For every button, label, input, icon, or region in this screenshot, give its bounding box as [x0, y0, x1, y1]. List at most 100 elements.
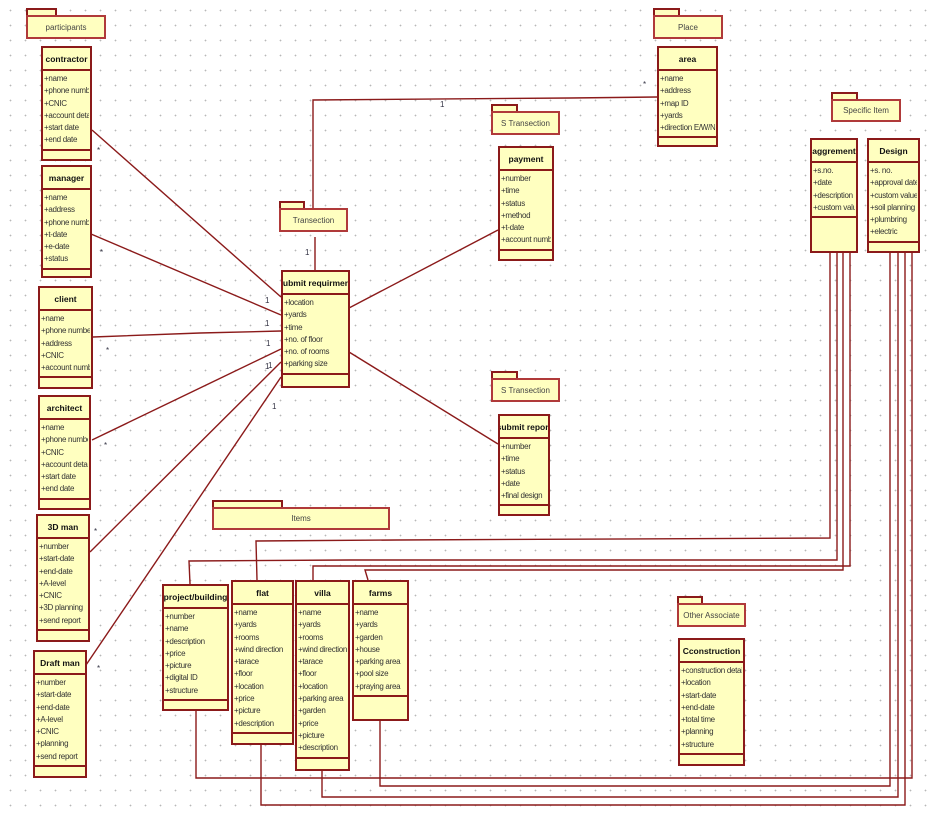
class-attribute: +end-date: [36, 702, 70, 712]
multiplicity-label: *: [94, 527, 98, 536]
class-attribute: +address: [41, 338, 72, 348]
class-3d-man[interactable]: 3D man +number +start-date +end-date +A-leve…: [36, 514, 90, 642]
class-project-building[interactable]: project/building +number +name +description…: [162, 584, 229, 711]
attribute-compartment: +name +address +phone number +t-date +e-date…: [43, 190, 90, 270]
attribute-compartment: +s.no. +date +description +custom value: [812, 163, 856, 219]
class-attribute: +name: [44, 193, 68, 202]
class-attribute: +no. of floor: [284, 334, 323, 344]
class-attribute: +CNIC: [39, 591, 62, 601]
class-attribute: +location: [284, 298, 314, 307]
class-attribute: +planning: [36, 739, 69, 749]
class-attribute: +date: [813, 178, 832, 188]
multiplicity-label: 1: [272, 402, 277, 411]
class-name: client: [40, 288, 91, 311]
class-manager[interactable]: manager +name +address +phone number +t-date…: [41, 165, 92, 278]
package-transection[interactable]: Transection: [279, 208, 348, 232]
class-attribute: +name: [44, 74, 68, 83]
package-label: participants: [45, 22, 87, 32]
attribute-compartment: +name +yards +garden +house +parking area +po…: [354, 605, 407, 698]
package-other-associate[interactable]: Other Associate: [677, 603, 746, 627]
package-specific-item[interactable]: Specific Item: [831, 99, 901, 122]
class-attribute: +structure: [165, 685, 198, 695]
villa-aggrement-link[interactable]: [312, 253, 851, 580]
class-attribute: +wind direction: [298, 644, 347, 654]
payment-association[interactable]: [348, 229, 499, 309]
package-label: Other Associate: [683, 610, 740, 620]
attribute-compartment: +name +address +map ID +yards +direction E/W…: [659, 71, 716, 139]
class-flat[interactable]: flat +name +yards +rooms +wind direction +tar…: [231, 580, 294, 745]
class-attribute: +CNIC: [44, 98, 67, 108]
class-attribute: +planning: [681, 727, 714, 737]
class-attribute: +start date: [41, 472, 76, 482]
class-architect[interactable]: architect +name +phone number +CNIC +account…: [38, 395, 91, 510]
attribute-compartment: +name +phone number +address +CNIC +account …: [40, 311, 91, 379]
contractor-association[interactable]: [91, 129, 282, 298]
class-attribute: +number: [501, 442, 531, 451]
class-attribute: +parking area: [298, 694, 344, 704]
class-attribute: +description: [234, 718, 274, 728]
class-attribute: +yards: [234, 620, 257, 630]
class-attribute: +yards: [298, 620, 321, 630]
class-contractor[interactable]: contractor +name +phone number +CNIC +accoun…: [41, 46, 92, 161]
class-villa[interactable]: villa +name +yards +rooms +wind direction +ta…: [295, 580, 350, 771]
class-attribute: +total time: [681, 715, 715, 725]
class-payment[interactable]: payment +number +time +status +method +t-date…: [498, 146, 554, 261]
package-s-transection[interactable]: S Transection: [491, 378, 560, 402]
package-participants[interactable]: participants: [26, 15, 106, 39]
class-design[interactable]: Design +s. no. +approval date +custom value…: [867, 138, 920, 253]
area-association[interactable]: [312, 96, 658, 208]
class-submit-report[interactable]: submit report +number +time +status +date +fi…: [498, 414, 550, 516]
class-name: contractor: [43, 48, 90, 71]
class-name: Design: [869, 140, 918, 163]
multiplicity-label: *: [106, 346, 110, 355]
class-attribute: +account number: [501, 235, 551, 245]
class-attribute: +picture: [165, 661, 192, 671]
class-submit-requirment[interactable]: submit requirment +location +yards +time +no…: [281, 270, 350, 388]
class-attribute: +price: [234, 694, 255, 704]
class-attribute: +CNIC: [36, 727, 59, 737]
class-attribute: +picture: [298, 730, 325, 740]
class-attribute: +number: [39, 542, 69, 551]
class-attribute: +A-level: [36, 714, 63, 724]
class-attribute: +location: [681, 678, 711, 688]
class-attribute: +floor: [298, 669, 317, 679]
class-farms[interactable]: farms +name +yards +garden +house +parking ar…: [352, 580, 409, 721]
class-name: Cconstruction: [680, 640, 743, 663]
class-name: Draft man: [35, 652, 85, 675]
class-attribute: +electric: [870, 227, 898, 237]
class-attribute: +status: [501, 198, 525, 208]
package-label: Items: [291, 514, 311, 523]
class-attribute: +custom value: [813, 202, 855, 212]
class-attribute: +approval date: [870, 178, 917, 188]
class-attribute: +description: [813, 190, 853, 200]
class-area[interactable]: area +name +address +map ID +yards +direction…: [657, 46, 718, 147]
class-draft-man[interactable]: Draft man +number +start-date +end-date +A-l…: [33, 650, 87, 778]
class-attribute: +final design: [501, 491, 543, 501]
submit-report-association[interactable]: [348, 351, 499, 445]
class-attribute: +yards: [660, 110, 683, 120]
attribute-compartment: +name +phone number +CNIC +account details +…: [43, 71, 90, 151]
class-attribute: +direction E/W/N/S: [660, 123, 715, 133]
class-attribute: +send report: [36, 751, 78, 761]
farms-aggrement-link[interactable]: [364, 253, 844, 581]
package-s-transection[interactable]: S Transection: [491, 111, 560, 135]
class-client[interactable]: client +name +phone number +address +CNIC +ac…: [38, 286, 93, 389]
farms-design-link[interactable]: [379, 253, 891, 787]
package-place[interactable]: Place: [653, 15, 723, 39]
client-association[interactable]: [92, 330, 282, 338]
class-attribute: +house: [355, 644, 380, 654]
class-name: manager: [43, 167, 90, 190]
class-cconstruction[interactable]: Cconstruction +construction details +locat…: [678, 638, 745, 766]
multiplicity-label: *: [104, 441, 108, 450]
class-attribute: +phone number: [41, 435, 88, 445]
class-name: submit report: [500, 416, 548, 439]
package-items[interactable]: Items: [212, 507, 390, 530]
class-attribute: +name: [355, 608, 379, 617]
architect-association[interactable]: [91, 348, 282, 441]
manager-association[interactable]: [90, 233, 282, 316]
class-attribute: +no. of rooms: [284, 347, 330, 357]
class-name: farms: [354, 582, 407, 605]
class-aggrement[interactable]: aggrement +s.no. +date +description +custom …: [810, 138, 858, 253]
class-attribute: +digital ID: [165, 673, 198, 683]
package-label: S Transection: [501, 385, 550, 395]
